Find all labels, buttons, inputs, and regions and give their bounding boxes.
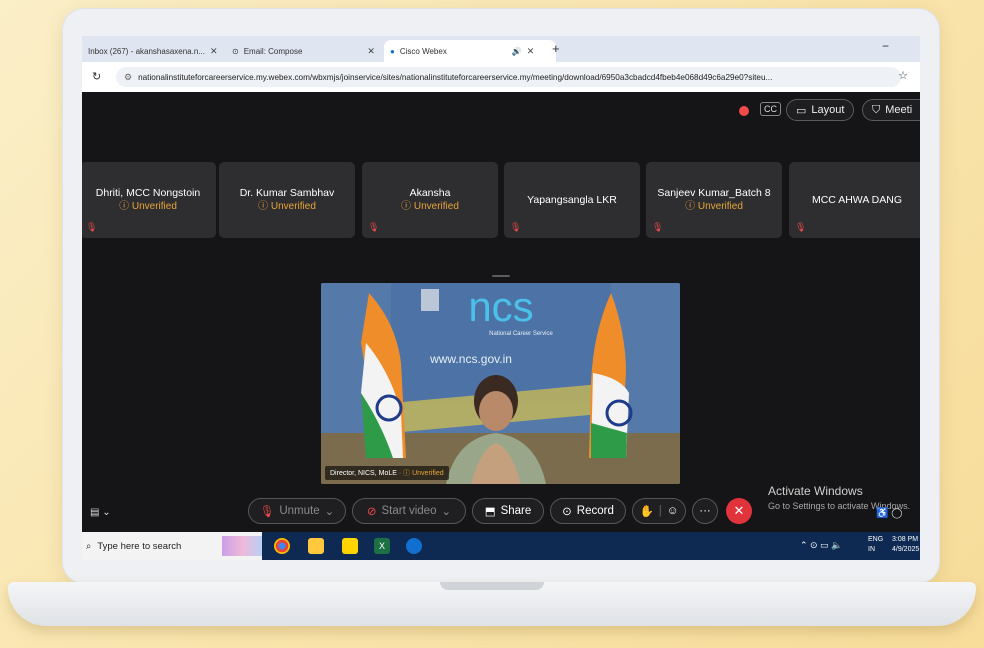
unverified-badge: ⓘ Unverified	[119, 201, 177, 212]
ncs-subtitle: National Career Service	[489, 331, 553, 337]
tab-email-compose[interactable]: ⊙ Email: Compose ✕	[226, 40, 388, 62]
webex-meeting: CC ▭ Layout ⛉ Meeti Dhriti, MCC Nongstoi…	[82, 92, 920, 532]
close-tab-icon[interactable]: ✕	[527, 46, 535, 57]
reload-icon[interactable]: ↻	[92, 70, 101, 83]
speaker-name-label: Director, NICS, MoLE · ⓘ Unverified	[325, 466, 449, 480]
windows-taskbar: ⌕ Type here to search X ⌃ ⊙ ▭ 🔈 ENG IN 3…	[82, 532, 920, 560]
bookmark-star-icon[interactable]: ☆	[898, 69, 908, 82]
tab-label: Cisco Webex	[399, 46, 447, 56]
record-button[interactable]: ⊙ Record	[550, 498, 626, 524]
participant-name: Dhriti, MCC Nongstoin	[95, 187, 201, 199]
clock[interactable]: 3:08 PM 4/9/2025	[892, 535, 919, 555]
muted-mic-icon: 🎙	[795, 222, 807, 232]
laptop-notch	[440, 582, 544, 590]
ellipsis-icon: ···	[699, 505, 711, 517]
share-button[interactable]: ⬒ Share	[472, 498, 544, 524]
more-options-button[interactable]: ···	[692, 498, 718, 524]
layout-icon: ▭	[796, 104, 807, 117]
address-bar: ↻ ⚙ nationalinstituteforcareerservice.my…	[82, 62, 920, 93]
muted-mic-icon: 🎙	[86, 222, 98, 232]
tab-inbox[interactable]: Inbox (267) - akanshasaxena.n... ✕	[82, 40, 230, 62]
speaker-icon[interactable]: 🔊	[512, 47, 522, 56]
tab-label: Inbox (267) - akanshasaxena.n...	[88, 46, 205, 56]
recording-indicator-icon	[739, 106, 749, 116]
sticky-notes-icon[interactable]	[342, 538, 358, 554]
accessibility-icon[interactable]: ♿ ◯	[876, 508, 902, 519]
url-text: nationalinstituteforcareerservice.my.web…	[138, 72, 773, 82]
webex-icon[interactable]	[406, 538, 422, 554]
ncs-url: www.ncs.gov.in	[429, 352, 512, 366]
search-highlight-image[interactable]	[222, 536, 262, 556]
participant-tile[interactable]: Dhriti, MCC Nongstoin ⓘ Unverified 🎙	[82, 162, 216, 238]
participant-tile[interactable]: MCC AHWA DANG 🎙	[789, 162, 920, 238]
participant-tile[interactable]: Yapangsangla LKR 🎙	[504, 162, 640, 238]
participant-tile[interactable]: Sanjeev Kumar_Batch 8 ⓘ Unverified 🎙	[646, 162, 782, 238]
unmute-button[interactable]: 🎙 Unmute ⌄	[248, 498, 346, 524]
meeting-label: Meeti	[885, 104, 913, 116]
chevron-down-icon: ⌄	[441, 506, 452, 518]
reactions-button[interactable]: ✋ | ☺	[632, 498, 686, 524]
layout-label: Layout	[811, 104, 845, 116]
participant-tile[interactable]: Dr. Kumar Sambhav ⓘ Unverified	[219, 162, 355, 238]
participant-name: Akansha	[409, 187, 451, 199]
chrome-icon[interactable]	[274, 538, 290, 554]
close-tab-icon[interactable]: ✕	[367, 46, 375, 57]
record-icon: ⊙	[562, 506, 572, 518]
email-icon: ⊙	[232, 46, 239, 56]
raise-hand-icon: ✋	[639, 506, 654, 518]
share-icon: ⬒	[484, 506, 496, 518]
minimize-button[interactable]: −	[882, 39, 889, 53]
url-field[interactable]: ⚙ nationalinstituteforcareerservice.my.w…	[116, 67, 901, 87]
ncs-logo-text: ncs	[468, 283, 533, 330]
tab-label: Email: Compose	[243, 46, 303, 56]
browser-tab-bar: Inbox (267) - akanshasaxena.n... ✕ ⊙ Ema…	[82, 36, 920, 62]
video-scene: ncs National Career Service www.ncs.gov.…	[321, 283, 680, 484]
start-video-label: Start video	[381, 505, 437, 517]
start-video-button[interactable]: ⊘ Start video ⌄	[352, 498, 466, 524]
search-placeholder: Type here to search	[97, 540, 182, 552]
muted-mic-icon: 🎙	[652, 222, 664, 232]
closed-captions-button[interactable]: CC	[760, 102, 781, 116]
participant-name: Yapangsangla LKR	[527, 194, 617, 206]
excel-icon[interactable]: X	[374, 538, 390, 554]
chevron-down-icon: ⌄	[324, 506, 335, 518]
new-tab-button[interactable]: +	[552, 41, 560, 56]
unverified-badge: ⓘ Unverified	[258, 201, 316, 212]
site-info-icon[interactable]: ⚙	[124, 72, 132, 83]
shield-icon: ⛉	[872, 103, 881, 116]
emoji-icon: ☺	[666, 505, 679, 517]
participant-tile[interactable]: Akansha ⓘ Unverified 🎙	[362, 162, 498, 238]
laptop-screen: Inbox (267) - akanshasaxena.n... ✕ ⊙ Ema…	[82, 36, 920, 560]
share-label: Share	[500, 505, 532, 517]
captions-menu-icon[interactable]: ▤ ⌄	[90, 507, 111, 518]
layout-button[interactable]: ▭ Layout	[786, 99, 854, 121]
search-icon: ⌕	[86, 540, 92, 552]
muted-mic-icon: 🎙	[368, 222, 380, 232]
participant-name: Sanjeev Kumar_Batch 8	[657, 187, 771, 199]
video-off-icon: ⊘	[366, 506, 377, 518]
language-indicator[interactable]: ENG IN	[868, 535, 883, 555]
unmute-label: Unmute	[279, 505, 320, 517]
end-call-button[interactable]: ✕	[726, 498, 752, 524]
unverified-badge: ⓘ Unverified	[401, 201, 459, 212]
tab-cisco-webex[interactable]: ● Cisco Webex 🔊 ✕	[384, 40, 556, 62]
muted-mic-icon: 🎙	[510, 222, 522, 232]
record-label: Record	[576, 505, 614, 517]
file-explorer-icon[interactable]	[308, 538, 324, 554]
participant-name: MCC AHWA DANG	[811, 194, 903, 206]
unverified-badge: ⓘ Unverified	[685, 201, 743, 212]
activate-windows-title: Activate Windows	[768, 484, 863, 498]
active-speaker-video[interactable]: ncs National Career Service www.ncs.gov.…	[321, 283, 680, 484]
webex-icon: ●	[390, 46, 395, 56]
close-icon: ✕	[733, 503, 745, 518]
participant-name: Dr. Kumar Sambhav	[239, 187, 335, 199]
resize-handle[interactable]	[492, 275, 510, 277]
muted-mic-icon: 🎙	[259, 506, 275, 518]
system-tray-icons[interactable]: ⌃ ⊙ ▭ 🔈	[800, 540, 842, 551]
meeting-info-button[interactable]: ⛉ Meeti	[862, 99, 920, 121]
close-tab-icon[interactable]: ✕	[210, 46, 218, 57]
